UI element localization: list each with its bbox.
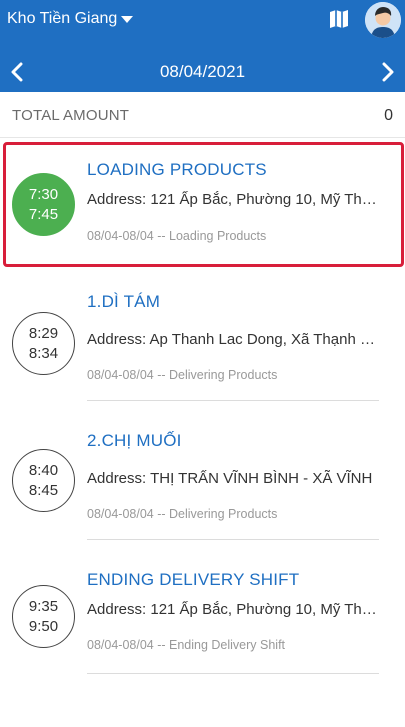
end-time: 7:45 xyxy=(28,205,59,223)
stop-address: Address: 121 Ấp Bắc, Phường 10, Mỹ Tho, … xyxy=(87,191,379,208)
divider xyxy=(87,673,379,674)
start-time: 8:40 xyxy=(28,461,59,479)
divider xyxy=(87,400,379,401)
map-icon[interactable] xyxy=(329,9,349,29)
time-badge: 8:29 8:34 xyxy=(12,312,75,375)
stop-title: 1.DÌ TÁM xyxy=(87,292,161,311)
stop-meta: 08/04-08/04 -- Delivering Products xyxy=(87,368,278,382)
end-time: 9:50 xyxy=(28,617,59,635)
stop-title: LOADING PRODUCTS xyxy=(87,160,267,179)
warehouse-name: Kho Tiền Giang xyxy=(7,10,118,27)
stop-title: ENDING DELIVERY SHIFT xyxy=(87,570,300,589)
stop-address: Address: Ap Thanh Lac Dong, Xã Thạnh Lạc xyxy=(87,331,379,348)
start-time: 7:30 xyxy=(28,185,59,203)
previous-date-button[interactable] xyxy=(5,58,29,86)
total-amount-label: TOTAL AMOUNT xyxy=(12,107,130,124)
stop-meta: 08/04-08/04 -- Delivering Products xyxy=(87,507,278,521)
end-time: 8:34 xyxy=(28,344,59,362)
total-amount-row: TOTAL AMOUNT 0 xyxy=(0,92,405,138)
app-header: Kho Tiền Giang 08/04/2021 xyxy=(0,0,405,92)
chevron-right-icon xyxy=(382,62,394,82)
end-time: 8:45 xyxy=(28,481,59,499)
stop-meta: 08/04-08/04 -- Ending Delivery Shift xyxy=(87,638,286,652)
warehouse-dropdown[interactable]: Kho Tiền Giang xyxy=(7,10,134,28)
caret-down-icon xyxy=(121,15,134,23)
stop-item-ending-shift[interactable]: 9:35 9:50 ENDING DELIVERY SHIFT Address:… xyxy=(0,563,405,681)
time-badge: 8:40 8:45 xyxy=(12,449,75,512)
stop-address: Address: 121 Ấp Bắc, Phường 10, Mỹ Tho, … xyxy=(87,601,379,618)
divider xyxy=(87,539,379,540)
time-badge: 9:35 9:50 xyxy=(12,585,75,648)
current-date: 08/04/2021 xyxy=(159,62,246,81)
start-time: 8:29 xyxy=(28,324,59,342)
stop-address: Address: THỊ TRẤN VĨNH BÌNH - XÃ VĨNH xyxy=(87,470,373,487)
start-time: 9:35 xyxy=(28,597,59,615)
next-date-button[interactable] xyxy=(376,58,400,86)
avatar[interactable] xyxy=(365,2,401,38)
stop-item-di-tam[interactable]: 8:29 8:34 1.DÌ TÁM Address: Ap Thanh Lac… xyxy=(0,285,405,403)
time-badge: 7:30 7:45 xyxy=(12,173,75,236)
stop-item-loading[interactable]: 7:30 7:45 LOADING PRODUCTS Address: 121 … xyxy=(0,145,405,267)
stop-title: 2.CHỊ MUỐI xyxy=(87,431,182,450)
chevron-left-icon xyxy=(11,62,23,82)
stop-meta: 08/04-08/04 -- Loading Products xyxy=(87,229,267,243)
stop-item-chi-muoi[interactable]: 8:40 8:45 2.CHỊ MUỐI Address: THỊ TRẤN V… xyxy=(0,424,405,542)
total-amount-value: 0 xyxy=(384,107,393,124)
